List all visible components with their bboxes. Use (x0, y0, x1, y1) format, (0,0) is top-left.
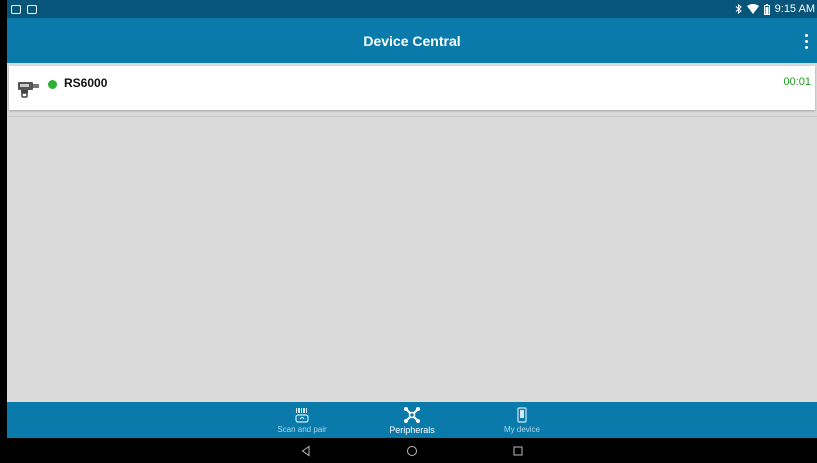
recents-icon[interactable] (505, 441, 531, 461)
nav-label: Scan and pair (277, 425, 327, 434)
phone-icon (517, 407, 527, 423)
bluetooth-icon (735, 4, 742, 14)
page-title: Device Central (363, 32, 461, 49)
device-list: RS6000 00:01 (7, 63, 817, 117)
nav-label: My device (503, 425, 540, 434)
nav-peripherals[interactable]: Peripherals (357, 406, 467, 435)
divider (7, 116, 817, 117)
status-bar: 9:15 AM (7, 0, 817, 18)
home-icon[interactable] (399, 441, 425, 461)
app-bar: Device Central (7, 18, 817, 63)
ring-scanner-icon (18, 82, 39, 98)
device-row[interactable]: RS6000 00:01 (9, 66, 815, 110)
notification-icon (27, 4, 37, 14)
notification-icon (11, 4, 21, 14)
back-icon[interactable] (293, 441, 319, 461)
peripherals-icon (404, 406, 420, 423)
nav-scan-and-pair[interactable]: Scan and pair (247, 406, 357, 434)
wifi-icon (746, 4, 759, 14)
device-name: RS6000 (64, 76, 108, 90)
nav-my-device[interactable]: My device (467, 406, 577, 434)
barcode-icon (295, 408, 309, 423)
app-frame: 9:15 AM Device Central RS6000 00:01 Scan… (7, 0, 817, 463)
status-time: 9:15 AM (774, 3, 815, 15)
bottom-navigation: Scan and pair Peripherals My device (7, 402, 817, 438)
overflow-menu-icon[interactable] (801, 31, 811, 51)
connection-timer: 00:01 (783, 76, 811, 88)
battery-icon (763, 3, 770, 15)
connection-status-dot (48, 80, 57, 89)
system-navigation-bar (7, 438, 817, 463)
nav-label: Peripherals (389, 424, 435, 435)
